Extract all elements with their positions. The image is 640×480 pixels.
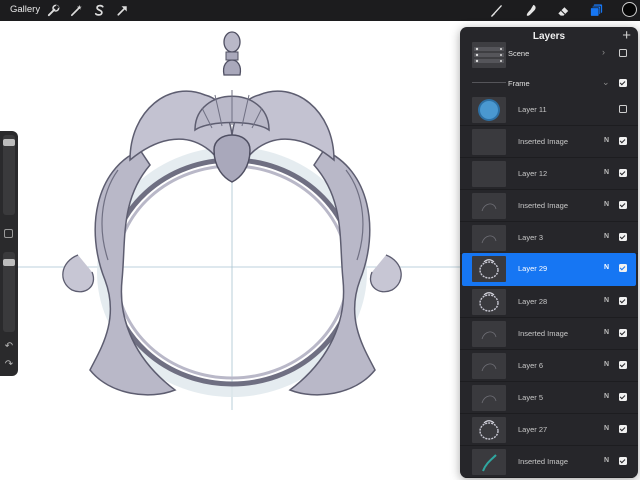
magic-wand-icon[interactable] [69, 3, 84, 18]
layer-row[interactable]: Inserted Image N [460, 318, 638, 350]
gallery-button[interactable]: Gallery [10, 4, 40, 15]
layer-name: Inserted Image [518, 137, 569, 146]
layer-row[interactable]: Inserted Image N [460, 126, 638, 158]
chevron-down-icon[interactable]: ⌄ [602, 77, 610, 88]
layer-name: Layer 28 [518, 297, 548, 306]
layer-thumbnail [472, 321, 506, 347]
modify-button[interactable] [4, 229, 13, 238]
layer-thumbnail [472, 129, 506, 155]
brush-size-thumb[interactable] [3, 138, 15, 146]
blend-mode-button[interactable]: N [604, 264, 609, 271]
layer-row[interactable]: Layer 5 N [460, 382, 638, 414]
brush-size-slider[interactable] [3, 135, 15, 215]
visibility-checkbox[interactable] [619, 457, 627, 465]
layer-name: Layer 6 [518, 361, 544, 370]
visibility-checkbox[interactable] [619, 169, 627, 177]
layer-name: Inserted Image [518, 329, 569, 338]
layer-thumbnail [472, 289, 506, 315]
visibility-checkbox[interactable] [619, 49, 627, 57]
blend-mode-button[interactable]: N [604, 329, 609, 336]
layer-row[interactable]: Layer 28 N [460, 286, 638, 318]
layer-thumbnail [472, 385, 506, 411]
visibility-checkbox[interactable] [619, 297, 627, 305]
layer-row[interactable]: Layer 12 N [460, 158, 638, 190]
blend-mode-button[interactable]: N [604, 297, 609, 304]
left-sidebar: ↶ ↷ [0, 131, 18, 376]
group-name: Frame [508, 79, 530, 88]
undo-icon[interactable]: ↶ [3, 341, 15, 353]
visibility-checkbox[interactable] [619, 201, 627, 209]
visibility-checkbox[interactable] [619, 329, 627, 337]
layer-name: Layer 11 [518, 105, 547, 114]
blend-mode-button[interactable]: N [604, 457, 609, 464]
visibility-checkbox[interactable] [619, 393, 627, 401]
top-toolbar: Gallery [0, 0, 640, 21]
layer-thumbnail [472, 353, 506, 379]
layer-row[interactable]: Layer 11 [460, 94, 638, 126]
group-divider [472, 82, 506, 83]
group-thumbnail [472, 42, 506, 68]
layer-thumbnail [472, 417, 506, 443]
selection-s-icon[interactable] [92, 3, 107, 18]
blend-mode-button[interactable]: N [604, 201, 609, 208]
layers-panel: Layers + Scene › Frame ⌄ Layer 11 Inserte… [460, 27, 638, 478]
blend-mode-button[interactable]: N [604, 137, 609, 144]
layer-name: Layer 12 [518, 169, 548, 178]
blend-mode-button[interactable]: N [604, 361, 609, 368]
visibility-checkbox[interactable] [619, 264, 627, 272]
visibility-checkbox[interactable] [619, 137, 627, 145]
layers-icon[interactable] [589, 3, 604, 18]
layer-row[interactable]: Inserted Image N [460, 446, 638, 478]
layer-row[interactable]: Inserted Image N [460, 190, 638, 222]
layer-row[interactable]: Layer 6 N [460, 350, 638, 382]
layer-thumbnail [472, 193, 506, 219]
layer-row[interactable]: Layer 3 N [460, 222, 638, 254]
group-name: Scene [508, 49, 530, 58]
layer-thumbnail [472, 449, 506, 475]
layer-name: Layer 5 [518, 393, 544, 402]
blend-mode-button[interactable]: N [604, 425, 609, 432]
smudge-icon[interactable] [524, 3, 539, 18]
blend-mode-button[interactable]: N [604, 393, 609, 400]
wrench-icon[interactable] [46, 3, 61, 18]
layer-thumbnail [472, 256, 506, 282]
layer-group-scene[interactable]: Scene › [460, 39, 638, 69]
visibility-checkbox[interactable] [619, 425, 627, 433]
blend-mode-button[interactable]: N [604, 169, 609, 176]
opacity-thumb[interactable] [3, 259, 15, 267]
brush-icon[interactable] [489, 3, 504, 18]
opacity-slider[interactable] [3, 252, 15, 332]
redo-icon[interactable]: ↷ [3, 359, 15, 371]
layer-thumbnail [472, 161, 506, 187]
layer-name: Layer 3 [518, 233, 544, 242]
visibility-checkbox[interactable] [619, 233, 627, 241]
color-picker-swatch[interactable] [622, 2, 637, 17]
layer-thumbnail [472, 225, 506, 251]
visibility-checkbox[interactable] [619, 361, 627, 369]
eraser-icon[interactable] [556, 3, 571, 18]
layer-thumbnail [472, 97, 506, 123]
layer-row[interactable]: Layer 29 N [462, 253, 636, 286]
transform-arrow-icon[interactable] [115, 3, 130, 18]
layer-name: Inserted Image [518, 201, 569, 210]
visibility-checkbox[interactable] [619, 105, 627, 113]
layer-name: Layer 29 [518, 264, 548, 273]
blend-mode-button[interactable]: N [604, 233, 609, 240]
visibility-checkbox[interactable] [619, 79, 627, 87]
layer-name: Inserted Image [518, 457, 569, 466]
chevron-right-icon[interactable]: › [602, 47, 605, 57]
layer-name: Layer 27 [518, 425, 548, 434]
layer-row[interactable]: Layer 27 N [460, 414, 638, 446]
